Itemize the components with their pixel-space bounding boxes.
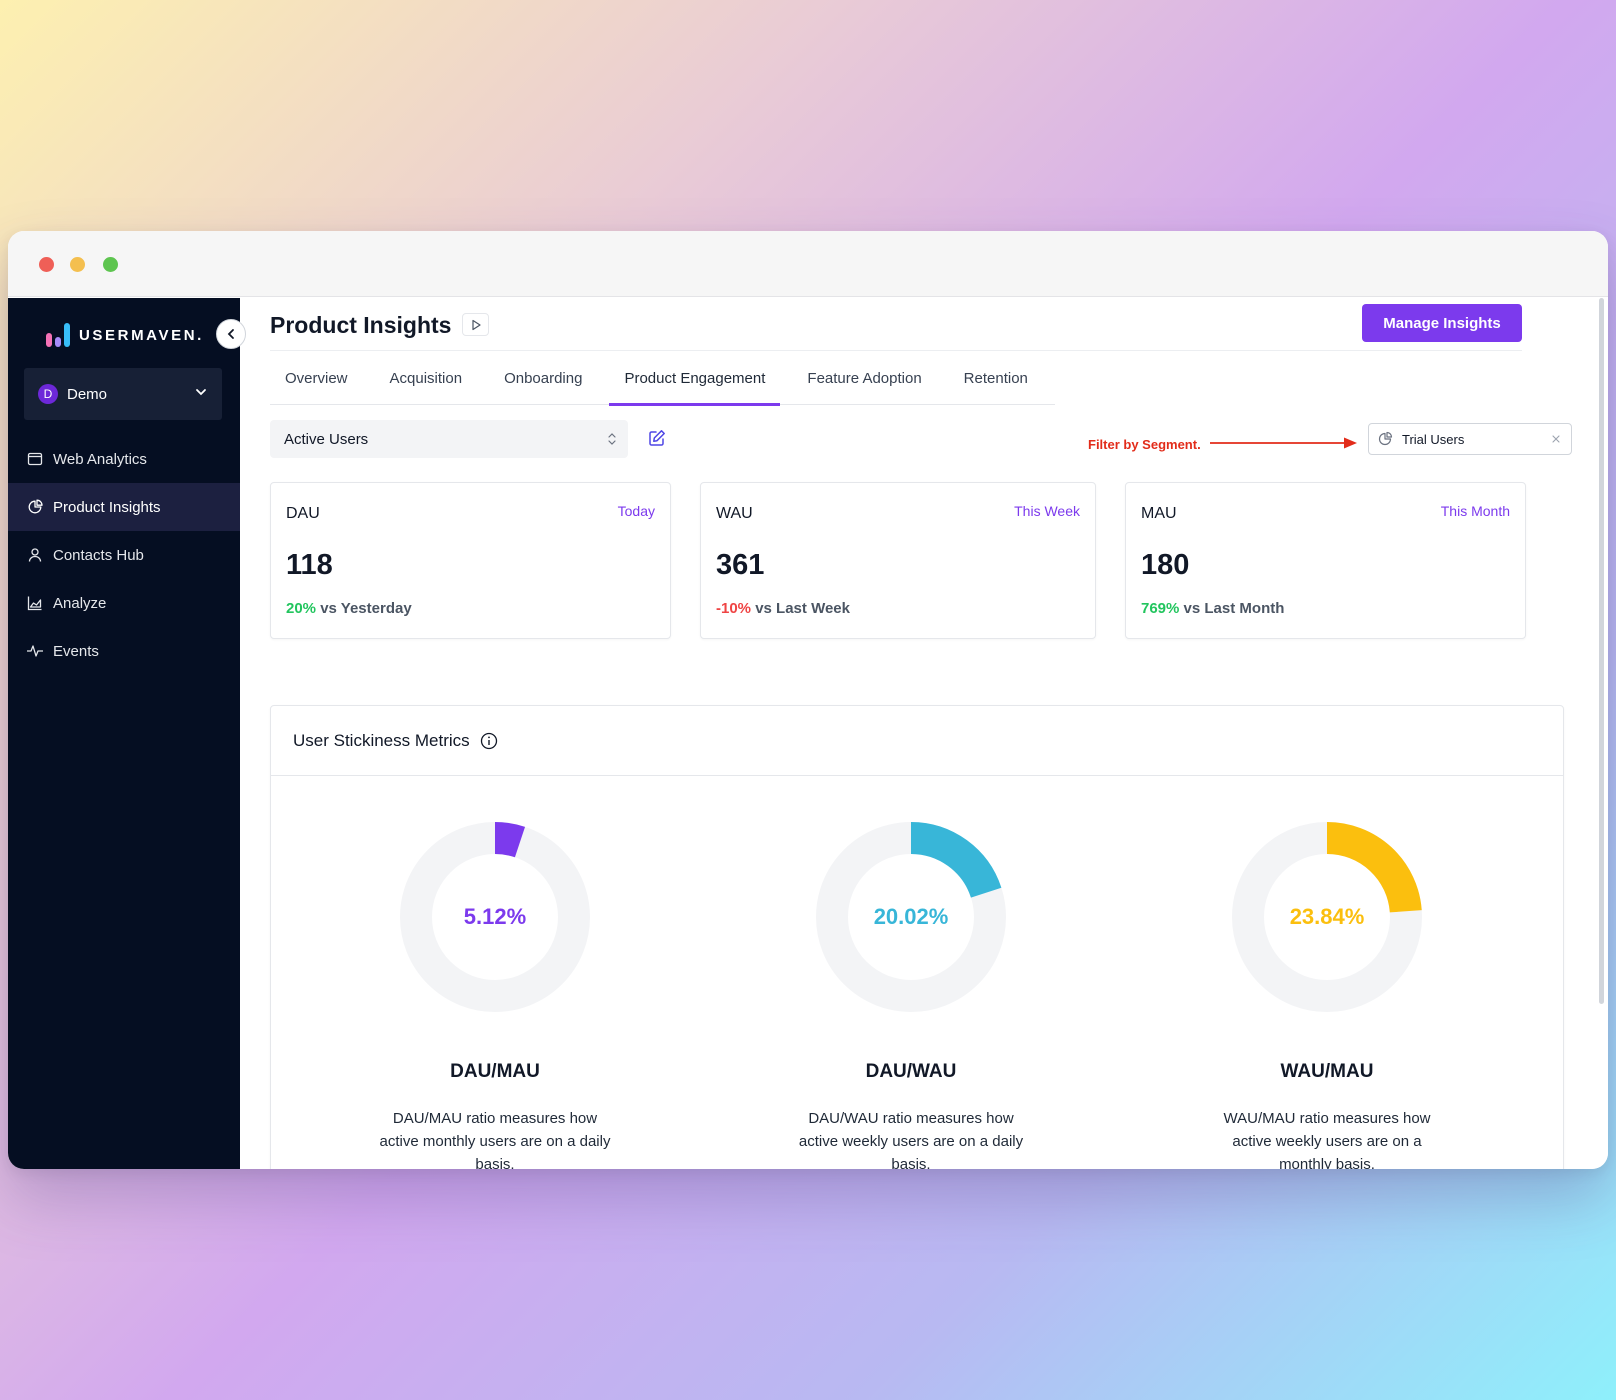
main-content: Product Insights Manage Insights Overvie… [240, 298, 1608, 1169]
window-close-button[interactable] [39, 257, 54, 272]
metric-title: DAU/MAU [450, 1061, 540, 1082]
play-icon [471, 319, 481, 330]
donut-percent: 20.02% [873, 904, 949, 929]
select-caret-icon [606, 430, 618, 452]
stickiness-metric-dau-mau: 5.12% DAU/MAU DAU/MAU ratio measures how… [285, 776, 705, 1169]
kpi-card-mau: MAU This Month 180 769% vs Last Month [1125, 482, 1526, 639]
sidebar-item-web-analytics[interactable]: Web Analytics [8, 435, 240, 483]
user-icon [26, 546, 44, 564]
metric-select[interactable]: Active Users [270, 420, 628, 458]
kpi-period-link[interactable]: This Month [1441, 503, 1510, 519]
stickiness-title: User Stickiness Metrics [293, 731, 470, 750]
annotation-arrow-icon [1210, 437, 1357, 449]
segment-filter[interactable]: Trial Users [1368, 423, 1572, 455]
sidebar-collapse-button[interactable] [216, 319, 246, 349]
activity-pulse-icon [26, 642, 44, 660]
sidebar-item-label: Analyze [53, 594, 107, 612]
sidebar-item-label: Events [53, 642, 99, 660]
tab-feature-adoption[interactable]: Feature Adoption [792, 351, 936, 405]
sidebar-item-label: Contacts Hub [53, 546, 144, 564]
kpi-card-dau: DAU Today 118 20% vs Yesterday [270, 482, 671, 639]
tab-product-engagement[interactable]: Product Engagement [609, 351, 781, 406]
tab-acquisition[interactable]: Acquisition [375, 351, 478, 405]
metric-description: DAU/WAU ratio measures how active weekly… [798, 1110, 1024, 1169]
tab-bar: Overview Acquisition Onboarding Product … [270, 351, 1055, 406]
usermaven-logo[interactable]: USERMAVEN. [46, 322, 204, 348]
sidebar: USERMAVEN. D Demo Web Analytics Product … [8, 298, 240, 1169]
metric-description: WAU/MAU ratio measures how active weekly… [1223, 1110, 1431, 1169]
tab-overview[interactable]: Overview [270, 351, 363, 405]
kpi-period-link[interactable]: This Week [1014, 503, 1080, 519]
area-chart-icon [26, 594, 44, 612]
chevron-left-icon [227, 329, 234, 339]
metric-select-value: Active Users [284, 430, 369, 448]
page-title: Product Insights [270, 312, 452, 338]
play-tutorial-button[interactable] [462, 313, 489, 336]
segment-filter-value: Trial Users [1402, 431, 1465, 447]
stickiness-card-header: User Stickiness Metrics [271, 706, 1563, 776]
kpi-comparison: -10% vs Last Week [716, 600, 850, 617]
kpi-compare-label: vs Last Week [755, 600, 850, 617]
sidebar-item-contacts-hub[interactable]: Contacts Hub [8, 531, 240, 579]
sidebar-item-product-insights[interactable]: Product Insights [8, 483, 240, 531]
chevron-down-icon [194, 385, 208, 404]
window-minimize-button[interactable] [70, 257, 85, 272]
donut-percent: 23.84% [1289, 904, 1365, 929]
sidebar-item-analyze[interactable]: Analyze [8, 579, 240, 627]
pie-chart-icon [26, 498, 44, 516]
donut-segment [1326, 822, 1422, 914]
tab-retention[interactable]: Retention [949, 351, 1043, 405]
kpi-change: 769% [1141, 600, 1180, 617]
tab-onboarding[interactable]: Onboarding [489, 351, 597, 405]
kpi-comparison: 20% vs Yesterday [286, 600, 412, 617]
stickiness-metric-wau-mau: 23.84% WAU/MAU WAU/MAU ratio measures ho… [1117, 776, 1537, 1169]
kpi-label: MAU [1141, 505, 1177, 522]
manage-insights-button[interactable]: Manage Insights [1362, 304, 1522, 342]
workspace-switcher[interactable]: D Demo [24, 368, 222, 420]
kpi-period-link[interactable]: Today [618, 503, 655, 519]
kpi-compare-label: vs Yesterday [320, 600, 412, 617]
metric-title: DAU/WAU [865, 1061, 957, 1082]
kpi-change: -10% [716, 600, 752, 617]
sidebar-item-label: Product Insights [53, 498, 161, 516]
stickiness-metric-dau-wau: 20.02% DAU/WAU DAU/WAU ratio measures ho… [701, 776, 1121, 1169]
workspace-name: Demo [67, 385, 108, 403]
user-stickiness-card: User Stickiness Metrics 5.12% DAU/MAU DA… [270, 705, 1564, 1169]
donut-segment [910, 822, 1002, 899]
kpi-label: WAU [716, 505, 753, 522]
app-window: USERMAVEN. D Demo Web Analytics Product … [8, 231, 1608, 1169]
sidebar-nav: Web Analytics Product Insights Contacts … [8, 435, 240, 675]
window-titlebar [8, 231, 1608, 297]
close-icon[interactable] [1549, 432, 1563, 446]
window-maximize-button[interactable] [103, 257, 118, 272]
pie-chart-icon [1378, 431, 1393, 446]
scrollbar[interactable] [1599, 298, 1604, 1004]
donut-percent: 5.12% [463, 904, 527, 929]
kpi-comparison: 769% vs Last Month [1141, 600, 1284, 617]
workspace-avatar: D [38, 384, 58, 404]
kpi-card-wau: WAU This Week 361 -10% vs Last Week [700, 482, 1096, 639]
kpi-value: 118 [286, 549, 333, 581]
kpi-compare-label: vs Last Month [1183, 600, 1285, 617]
logo-text: USERMAVEN. [79, 326, 204, 344]
sidebar-item-label: Web Analytics [53, 450, 147, 468]
browser-window-icon [26, 450, 44, 468]
logo-bars-icon [46, 323, 70, 347]
annotation-label: Filter by Segment. [1088, 437, 1201, 452]
kpi-change: 20% [286, 600, 317, 617]
kpi-value: 180 [1141, 549, 1190, 581]
metric-title: WAU/MAU [1280, 1061, 1374, 1082]
kpi-label: DAU [286, 505, 320, 522]
info-icon[interactable] [480, 732, 498, 750]
metric-description: DAU/MAU ratio measures how active monthl… [379, 1110, 611, 1169]
donut-segment [494, 822, 526, 858]
kpi-value: 361 [716, 549, 765, 581]
edit-icon[interactable] [648, 429, 668, 449]
sidebar-item-events[interactable]: Events [8, 627, 240, 675]
